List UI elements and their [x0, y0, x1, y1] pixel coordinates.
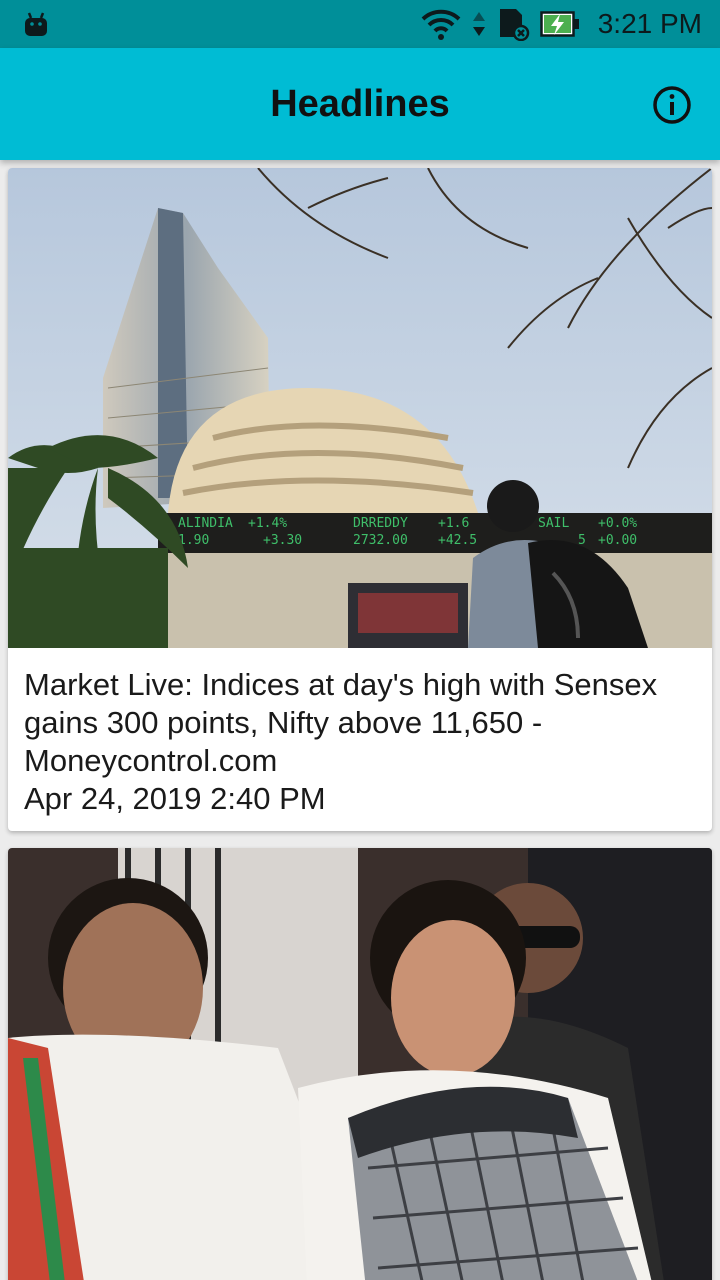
data-arrows-icon: [472, 12, 485, 36]
page-title: Headlines: [270, 82, 450, 125]
battery-charging-icon: [539, 11, 579, 37]
ticker-change: +1.4%: [248, 516, 287, 531]
article-card[interactable]: [8, 848, 712, 1280]
article-text: Market Live: Indices at day's high with …: [8, 648, 712, 831]
ticker-change: +0.0%: [598, 516, 637, 531]
article-image: ALINDIA +1.4% 1.90 +3.30 DRREDDY +1.6 27…: [8, 168, 712, 648]
ticker-delta: +0.00: [598, 533, 637, 548]
ticker-change: +1.6: [438, 516, 469, 531]
headlines-feed[interactable]: ALINDIA +1.4% 1.90 +3.30 DRREDDY +1.6 27…: [0, 160, 720, 1280]
article-headline[interactable]: Market Live: Indices at day's high with …: [24, 666, 696, 780]
ticker-delta: +3.30: [263, 533, 302, 548]
status-bar: 3:21 PM: [0, 0, 720, 48]
article-date: Apr 24, 2019 2:40 PM: [24, 781, 326, 816]
article-card[interactable]: ALINDIA +1.4% 1.90 +3.30 DRREDDY +1.6 27…: [8, 168, 712, 831]
article-image: [8, 848, 712, 1280]
ticker-symbol: DRREDDY: [353, 516, 408, 531]
ticker-symbol: ALINDIA: [178, 516, 233, 531]
sd-card-icon: [499, 9, 529, 41]
wifi-icon: [421, 9, 461, 40]
ticker-delta: +42.5: [438, 533, 477, 548]
android-icon: [25, 12, 47, 36]
ticker-price: 2732.00: [353, 533, 408, 548]
ticker-symbol: SAIL: [538, 516, 569, 531]
info-icon[interactable]: [652, 85, 692, 125]
status-time: 3:21 PM: [597, 8, 702, 39]
app-bar: Headlines: [0, 48, 720, 160]
